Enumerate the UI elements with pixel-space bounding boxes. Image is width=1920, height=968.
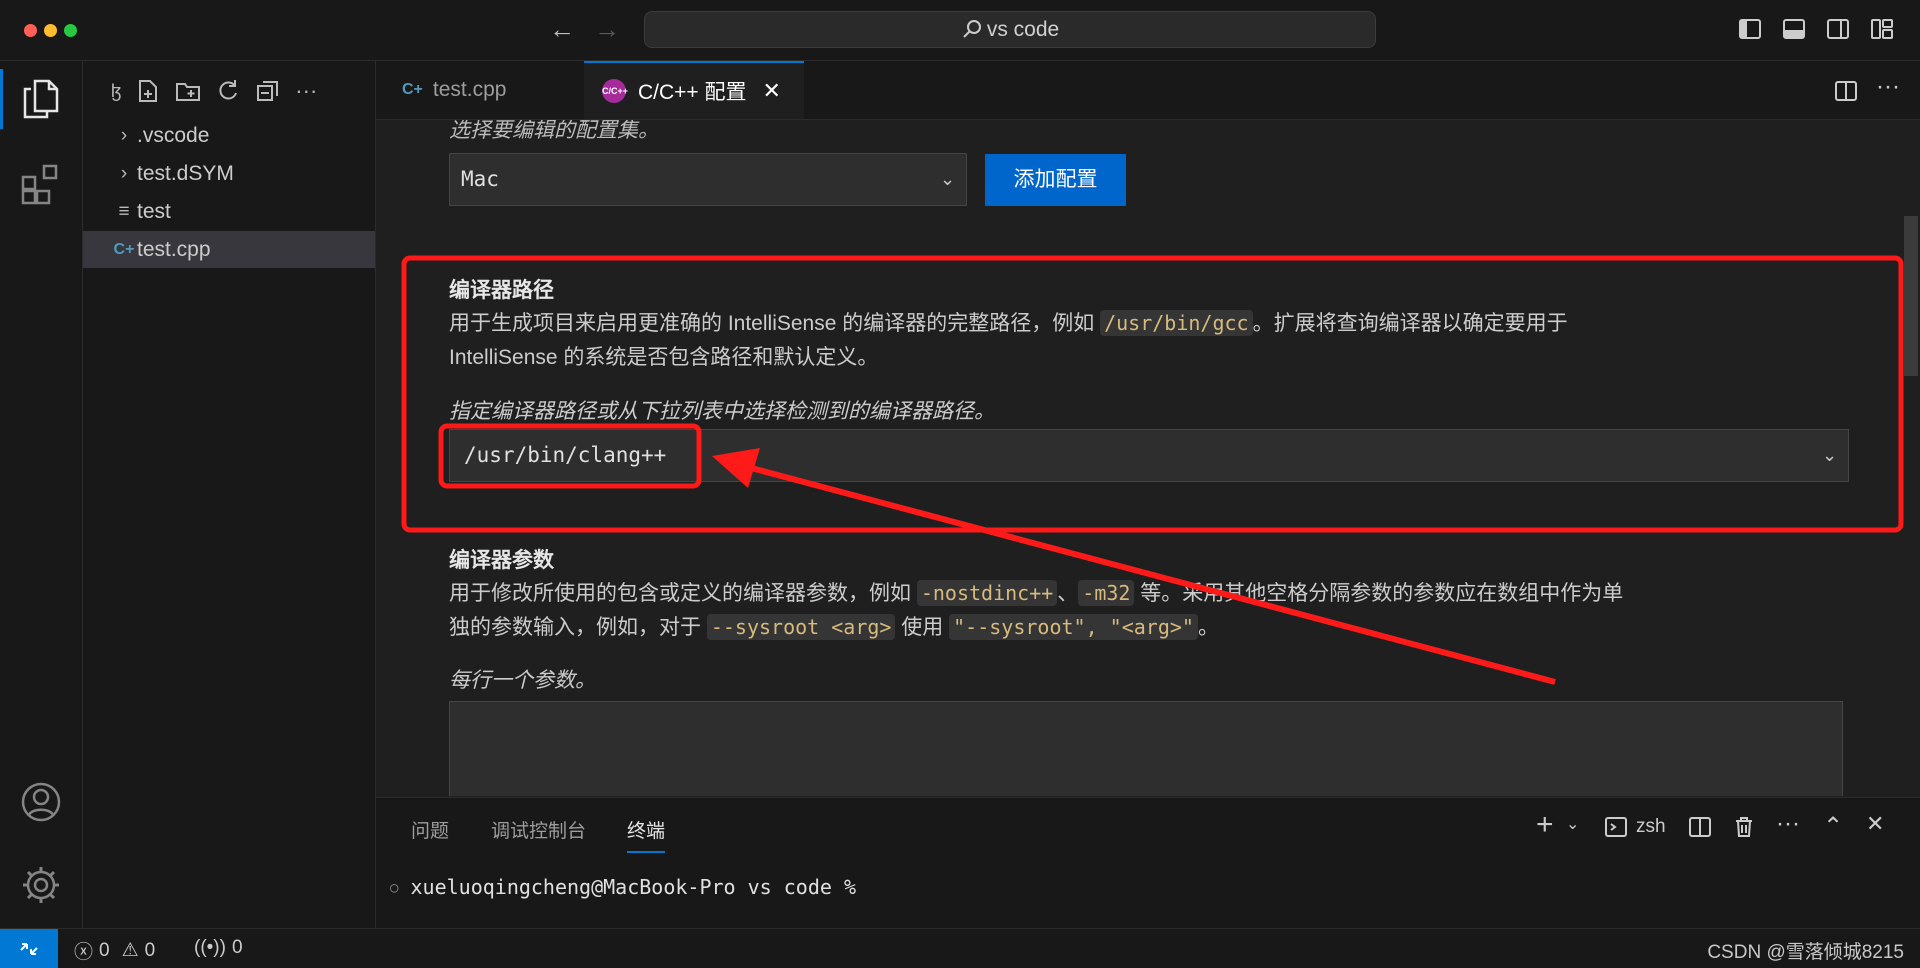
compiler-args-title: 编译器参数 <box>449 549 554 572</box>
maximize-panel-icon[interactable]: ⌃ <box>1823 812 1843 841</box>
new-folder-icon[interactable] <box>175 78 201 104</box>
toggle-panel-icon[interactable] <box>1782 17 1806 41</box>
broadcast-icon: ((•)) <box>194 937 226 958</box>
compiler-args-hint: 每行一个参数。 <box>449 669 596 692</box>
collapse-all-icon[interactable] <box>255 78 281 104</box>
cpp-file-icon: C+ <box>402 81 423 98</box>
status-bar: ⓧ 0 ⚠ 0 ((•)) 0 CSDN @雪落倾城8215 <box>0 928 1920 968</box>
bottom-panel: 问题 调试控制台 终端 + ⌄ zsh ··· ⌃ ✕ ○ xueluoqing… <box>376 797 1920 929</box>
chevron-down-icon: ⌄ <box>940 169 956 189</box>
title-bar: ← → vs code <box>0 0 1920 61</box>
chevron-right-icon: › <box>120 162 128 184</box>
tab-terminal[interactable]: 终端 <box>627 816 666 853</box>
compiler-path-hint: 指定编译器路径或从下拉列表中选择检测到的编译器路径。 <box>449 400 995 423</box>
explorer-toolbar: ɮ ··· <box>111 75 317 107</box>
forward-arrow-icon[interactable]: → <box>594 14 620 45</box>
git-lens-icon[interactable]: ɮ <box>111 81 121 102</box>
new-terminal-icon[interactable]: + <box>1536 808 1554 842</box>
tab-debug-console[interactable]: 调试控制台 <box>491 816 586 843</box>
close-tab-icon[interactable]: ✕ <box>763 78 781 104</box>
files-icon <box>23 79 59 119</box>
new-file-icon[interactable] <box>135 78 161 104</box>
shell-label[interactable]: zsh <box>1636 816 1666 838</box>
compiler-path-combobox[interactable]: /usr/bin/clang++ ⌄ <box>449 429 1849 482</box>
terminal-icon <box>1605 817 1627 837</box>
zoom-window-button[interactable] <box>64 24 77 37</box>
tab-label: C/C++ 配置 <box>638 81 747 104</box>
cpp-file-icon: C+ <box>113 240 135 258</box>
tree-item-test-dsym[interactable]: › test.dSYM <box>83 155 375 192</box>
extensions-icon <box>21 164 58 205</box>
more-actions-icon[interactable]: ··· <box>295 78 317 104</box>
tree-item-label: test.cpp <box>137 237 211 261</box>
compiler-args-textarea[interactable] <box>449 701 1843 796</box>
trash-icon[interactable] <box>1732 815 1756 839</box>
refresh-icon[interactable] <box>215 78 241 104</box>
problems-indicator[interactable]: ⓧ 0 ⚠ 0 <box>74 937 155 964</box>
remote-indicator[interactable] <box>0 929 58 968</box>
tab-label: test.cpp <box>432 78 507 101</box>
compiler-path-title: 编译器路径 <box>449 279 554 302</box>
error-icon: ⓧ <box>74 942 94 963</box>
editor-more-actions-icon[interactable]: ··· <box>1876 73 1900 101</box>
split-terminal-icon[interactable] <box>1688 815 1712 839</box>
cpp-extension-icon: C/C++ <box>602 79 628 103</box>
warning-count: 0 <box>144 939 156 961</box>
editor-tab-bar: C+ test.cpp C/C++ C/C++ 配置 ✕ ··· <box>376 61 1920 120</box>
tree-item-test-cpp[interactable]: C+ test.cpp <box>83 231 375 268</box>
ports-indicator[interactable]: ((•)) 0 <box>194 937 243 959</box>
editor-scrollbar-thumb[interactable] <box>1904 216 1918 376</box>
minimize-window-button[interactable] <box>44 24 57 37</box>
tree-item-label: test <box>137 199 171 223</box>
chevron-down-icon[interactable]: ⌄ <box>1822 430 1837 481</box>
watermark-text: CSDN @雪落倾城8215 <box>1707 942 1904 963</box>
prompt-circle-icon: ○ <box>390 880 399 896</box>
tree-item-label: .vscode <box>137 123 210 147</box>
extensions-button[interactable] <box>0 154 82 214</box>
cpp-config-editor: 选择要编辑的配置集。 Mac ⌄ 添加配置 编译器路径 用于生成项目来启用更准确… <box>376 120 1920 796</box>
file-lines-icon: ≡ <box>118 200 130 222</box>
close-window-button[interactable] <box>24 24 37 37</box>
back-arrow-icon[interactable]: ← <box>549 14 575 45</box>
search-icon <box>963 20 981 38</box>
explorer-sidebar: ɮ ··· › .vscode › test.dSYM ≡ test C+ test.c… <box>83 61 376 928</box>
tree-item-test[interactable]: ≡ test <box>83 193 375 230</box>
config-set-description: 选择要编辑的配置集。 <box>449 120 659 142</box>
add-config-button[interactable]: 添加配置 <box>985 154 1126 206</box>
split-editor-icon[interactable] <box>1834 79 1858 103</box>
chevron-right-icon: › <box>120 124 128 146</box>
toggle-secondary-sidebar-icon[interactable] <box>1826 17 1850 41</box>
activity-bar <box>0 61 83 928</box>
compiler-args-description-line2: 独的参数输入，例如，对于 --sysroot <arg> 使用 "--sysro… <box>449 614 1219 640</box>
explorer-button[interactable] <box>0 69 82 129</box>
terminal-output[interactable]: ○ xueluoqingcheng@MacBook-Pro vs code % <box>390 875 856 899</box>
warning-icon: ⚠ <box>121 940 139 961</box>
gear-icon <box>23 867 59 903</box>
accounts-button[interactable] <box>0 772 82 832</box>
tree-item-vscode[interactable]: › .vscode <box>83 117 375 154</box>
tab-cpp-config[interactable]: C/C++ C/C++ 配置 ✕ <box>584 61 804 119</box>
command-center-text: vs code <box>986 18 1060 41</box>
account-icon <box>21 782 61 822</box>
customize-layout-icon[interactable] <box>1870 17 1894 41</box>
terminal-prompt: xueluoqingcheng@MacBook-Pro vs code % <box>410 875 857 899</box>
tab-problems[interactable]: 问题 <box>411 816 449 843</box>
config-select-value: Mac <box>461 167 499 191</box>
manage-button[interactable] <box>0 855 82 915</box>
compiler-path-description: 用于生成项目来启用更准确的 IntelliSense 的编译器的完整路径，例如 … <box>449 310 1568 336</box>
panel-more-actions-icon[interactable]: ··· <box>1776 810 1800 838</box>
tree-item-label: test.dSYM <box>137 161 234 185</box>
config-select[interactable]: Mac ⌄ <box>449 153 967 206</box>
command-center-search[interactable]: vs code <box>644 11 1376 48</box>
compiler-path-value: /usr/bin/clang++ <box>464 443 667 467</box>
chevron-down-icon[interactable]: ⌄ <box>1566 814 1579 834</box>
compiler-path-description-line2: IntelliSense 的系统是否包含路径和默认定义。 <box>449 346 879 369</box>
close-panel-icon[interactable]: ✕ <box>1866 811 1884 837</box>
remote-icon <box>20 942 38 955</box>
tab-test-cpp[interactable]: C+ test.cpp <box>376 61 584 119</box>
toggle-primary-sidebar-icon[interactable] <box>1738 17 1762 41</box>
ports-count: 0 <box>231 937 243 958</box>
error-count: 0 <box>99 939 110 961</box>
compiler-args-description: 用于修改所使用的包含或定义的编译器参数，例如 -nostdinc++、 -m32 … <box>449 580 1624 606</box>
